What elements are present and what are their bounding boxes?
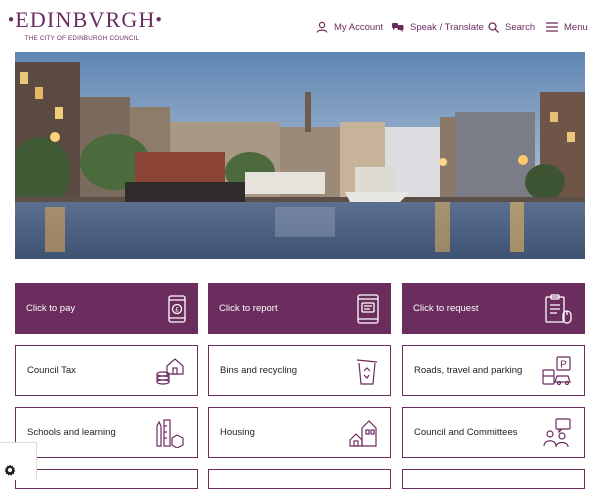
schools-learning-label: Schools and learning <box>27 427 116 438</box>
houses-icon <box>348 418 378 448</box>
click-to-report-tile[interactable]: Click to report <box>208 283 391 334</box>
recycling-bin-icon <box>356 357 378 385</box>
click-to-pay-tile[interactable]: Click to pay £ <box>15 283 198 334</box>
bins-recycling-label: Bins and recycling <box>220 365 298 376</box>
parking-bus-car-icon: P <box>542 355 572 386</box>
phone-pound-icon: £ <box>168 294 186 323</box>
people-speech-icon <box>542 417 572 448</box>
hamburger-menu-icon <box>546 22 558 32</box>
menu-label: Menu <box>564 21 588 33</box>
cookie-settings-button[interactable] <box>0 442 37 480</box>
roads-travel-parking-label: Roads, travel and parking <box>414 365 523 376</box>
housing-tile[interactable]: Housing <box>208 407 391 458</box>
roads-travel-parking-tile[interactable]: Roads, travel and parking P <box>402 345 585 396</box>
speak-translate-link[interactable]: Speak / Translate <box>392 19 484 35</box>
logo-wordmark: ●EDINBVRGH● <box>8 7 163 32</box>
site-header: ●EDINBVRGH● THE CITY OF EDINBURGH COUNCI… <box>0 0 600 52</box>
click-to-report-label: Click to report <box>219 303 278 314</box>
housing-label: Housing <box>220 427 255 438</box>
search-link[interactable]: Search <box>488 19 535 35</box>
council-logo[interactable]: ●EDINBVRGH● THE CITY OF EDINBURGH COUNCI… <box>8 7 163 42</box>
pencil-ruler-books-icon <box>155 418 185 448</box>
click-to-pay-label: Click to pay <box>26 303 76 314</box>
council-committees-label: Council and Committees <box>414 427 518 438</box>
logo-tagline: THE CITY OF EDINBURGH COUNCIL <box>24 34 140 42</box>
speak-translate-label: Speak / Translate <box>410 21 484 33</box>
hero-photo-leith-shore <box>15 52 585 259</box>
menu-button[interactable]: Menu <box>546 19 588 35</box>
council-committees-tile[interactable]: Council and Committees <box>402 407 585 458</box>
tile-row4-3[interactable] <box>402 469 585 489</box>
svg-text:P: P <box>560 359 567 370</box>
click-to-request-label: Click to request <box>413 303 479 314</box>
my-account-link[interactable]: My Account <box>316 19 383 35</box>
house-coins-icon <box>155 357 185 385</box>
bins-recycling-tile[interactable]: Bins and recycling <box>208 345 391 396</box>
my-account-label: My Account <box>334 21 384 33</box>
person-icon <box>316 21 328 33</box>
click-to-request-tile[interactable]: Click to request <box>402 283 585 334</box>
gear-icon <box>4 464 16 476</box>
clipboard-mouse-icon <box>545 293 573 324</box>
phone-report-icon <box>357 293 379 324</box>
schools-learning-tile[interactable]: Schools and learning <box>15 407 198 458</box>
tile-row4-2[interactable] <box>208 469 391 489</box>
council-tax-label: Council Tax <box>27 365 76 376</box>
search-label: Search <box>505 21 536 33</box>
council-tax-tile[interactable]: Council Tax <box>15 345 198 396</box>
speech-translate-icon <box>392 23 404 32</box>
hero-image <box>15 52 585 259</box>
svg-text:£: £ <box>175 306 179 313</box>
search-icon <box>488 21 499 33</box>
tile-row4-1[interactable] <box>15 469 198 489</box>
